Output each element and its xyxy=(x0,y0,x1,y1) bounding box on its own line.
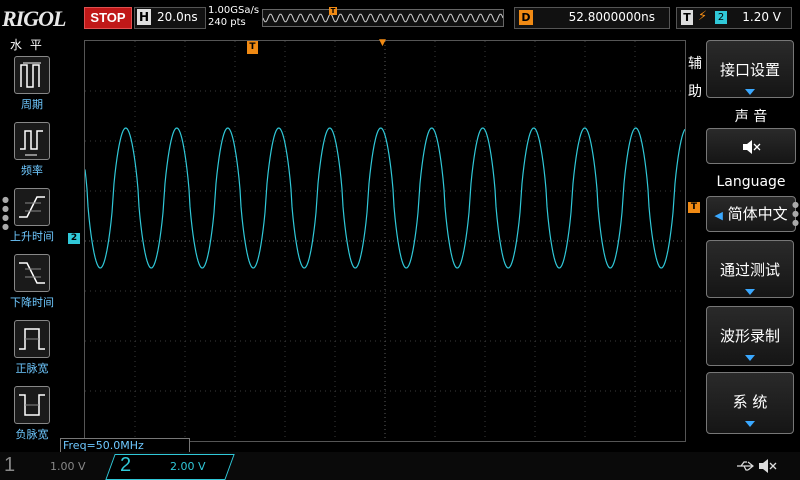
overview-trigger-marker: T xyxy=(329,7,337,15)
status-icons xyxy=(736,458,778,473)
channel-2-scale: 2.00 V xyxy=(170,460,206,473)
utility-menu: 接口设置 声 音 Language ◀ 简体中文 通过测试 波形录制 系 统 xyxy=(703,36,800,440)
graticule-and-trace xyxy=(84,41,686,441)
trigger-label: T xyxy=(681,10,693,25)
delay-label: D xyxy=(519,10,533,25)
measure-frequency-button[interactable]: 频率 xyxy=(12,122,52,178)
center-position-icon: ▼ xyxy=(379,38,386,48)
timebase-value: 20.0ns xyxy=(157,10,198,24)
frequency-icon xyxy=(14,122,50,160)
right-panel-scroll-indicator: ● ● ● xyxy=(792,200,799,227)
channel-1-status[interactable]: 1 1.00 V xyxy=(0,454,110,478)
chevron-down-icon xyxy=(745,421,755,427)
memory-points: 240 pts xyxy=(208,17,246,28)
run-stop-status[interactable]: STOP xyxy=(84,7,132,29)
sound-title: 声 音 xyxy=(734,109,768,125)
top-status-bar: RIGOL STOP H 20.0ns 1.00GSa/s 240 pts T … xyxy=(0,0,800,34)
usb-icon xyxy=(736,458,758,473)
interface-settings-button[interactable]: 接口设置 xyxy=(706,40,794,98)
left-panel-scroll-indicator: ● ● ● ● xyxy=(2,195,9,231)
memory-overview-waveform xyxy=(262,13,504,23)
delay-value: 52.8000000ns xyxy=(568,10,655,24)
chevron-left-icon: ◀ xyxy=(714,209,723,222)
waveform-record-label: 波形录制 xyxy=(719,327,780,345)
sample-rate: 1.00GSa/s xyxy=(208,5,260,16)
fall-time-icon xyxy=(14,254,50,292)
speaker-mute-icon xyxy=(741,137,761,155)
utility-menu-title: 辅助 xyxy=(688,56,702,100)
measure-rise-time-button[interactable]: 上升时间 xyxy=(10,188,54,244)
trigger-position-marker[interactable]: T xyxy=(247,41,258,54)
pass-fail-label: 通过测试 xyxy=(719,261,780,279)
measure-period-label: 周期 xyxy=(21,98,43,111)
channel-1-number: 1 xyxy=(4,454,16,476)
negative-width-icon xyxy=(14,386,50,424)
rising-edge-icon: ⚡ xyxy=(698,9,708,24)
measure-fall-time-button[interactable]: 下降时间 xyxy=(10,254,54,310)
positive-width-icon xyxy=(14,320,50,358)
horizontal-label: H xyxy=(137,9,151,25)
channel-2-number: 2 xyxy=(120,454,132,476)
chevron-down-icon xyxy=(745,89,755,95)
measure-panel: 水 平 周期 频率 上升时间 下降时间 正脉宽 负脉宽 xyxy=(0,36,58,442)
trigger-source-badge: 2 xyxy=(715,11,727,24)
system-button[interactable]: 系 统 xyxy=(706,372,794,434)
trigger-level-marker[interactable]: T xyxy=(688,202,700,213)
speaker-mute-icon xyxy=(758,458,778,473)
measure-period-button[interactable]: 周期 xyxy=(12,56,52,112)
language-select[interactable]: ◀ 简体中文 xyxy=(706,196,796,232)
brand-logo: RIGOL xyxy=(2,6,66,31)
waveform-display[interactable] xyxy=(84,40,686,442)
chevron-down-icon xyxy=(745,289,755,295)
measure-frequency-label: 频率 xyxy=(21,164,43,177)
waveform-record-button[interactable]: 波形录制 xyxy=(706,306,794,366)
channel-1-scale: 1.00 V xyxy=(50,460,86,473)
language-title: Language xyxy=(716,174,786,190)
trigger-settings[interactable]: T ⚡ 2 1.20 V xyxy=(676,7,792,29)
channel-2-status[interactable]: 2 2.00 V xyxy=(120,454,230,478)
horizontal-delay[interactable]: D 52.8000000ns xyxy=(514,7,670,29)
rise-time-icon xyxy=(14,188,50,226)
measure-fall-time-label: 下降时间 xyxy=(10,296,54,309)
measure-positive-width-label: 正脉宽 xyxy=(15,362,49,375)
measure-rise-time-label: 上升时间 xyxy=(10,230,54,243)
channel-2-ground-marker[interactable]: 2 xyxy=(68,233,80,244)
trigger-level: 1.20 V xyxy=(742,10,781,24)
memory-overview[interactable]: T xyxy=(262,7,504,27)
language-value: 简体中文 xyxy=(727,205,788,223)
pass-fail-button[interactable]: 通过测试 xyxy=(706,240,794,298)
measure-panel-title: 水 平 xyxy=(10,38,44,52)
measure-negative-width-label: 负脉宽 xyxy=(15,428,49,441)
interface-settings-label: 接口设置 xyxy=(719,61,780,79)
system-label: 系 统 xyxy=(732,393,768,411)
measure-positive-width-button[interactable]: 正脉宽 xyxy=(12,320,52,376)
period-icon xyxy=(14,56,50,94)
measure-negative-width-button[interactable]: 负脉宽 xyxy=(12,386,52,442)
acquisition-info: 1.00GSa/s 240 pts xyxy=(208,5,259,29)
sound-toggle-button[interactable] xyxy=(706,128,796,164)
horizontal-timebase[interactable]: H 20.0ns xyxy=(134,7,206,29)
chevron-down-icon xyxy=(745,355,755,361)
